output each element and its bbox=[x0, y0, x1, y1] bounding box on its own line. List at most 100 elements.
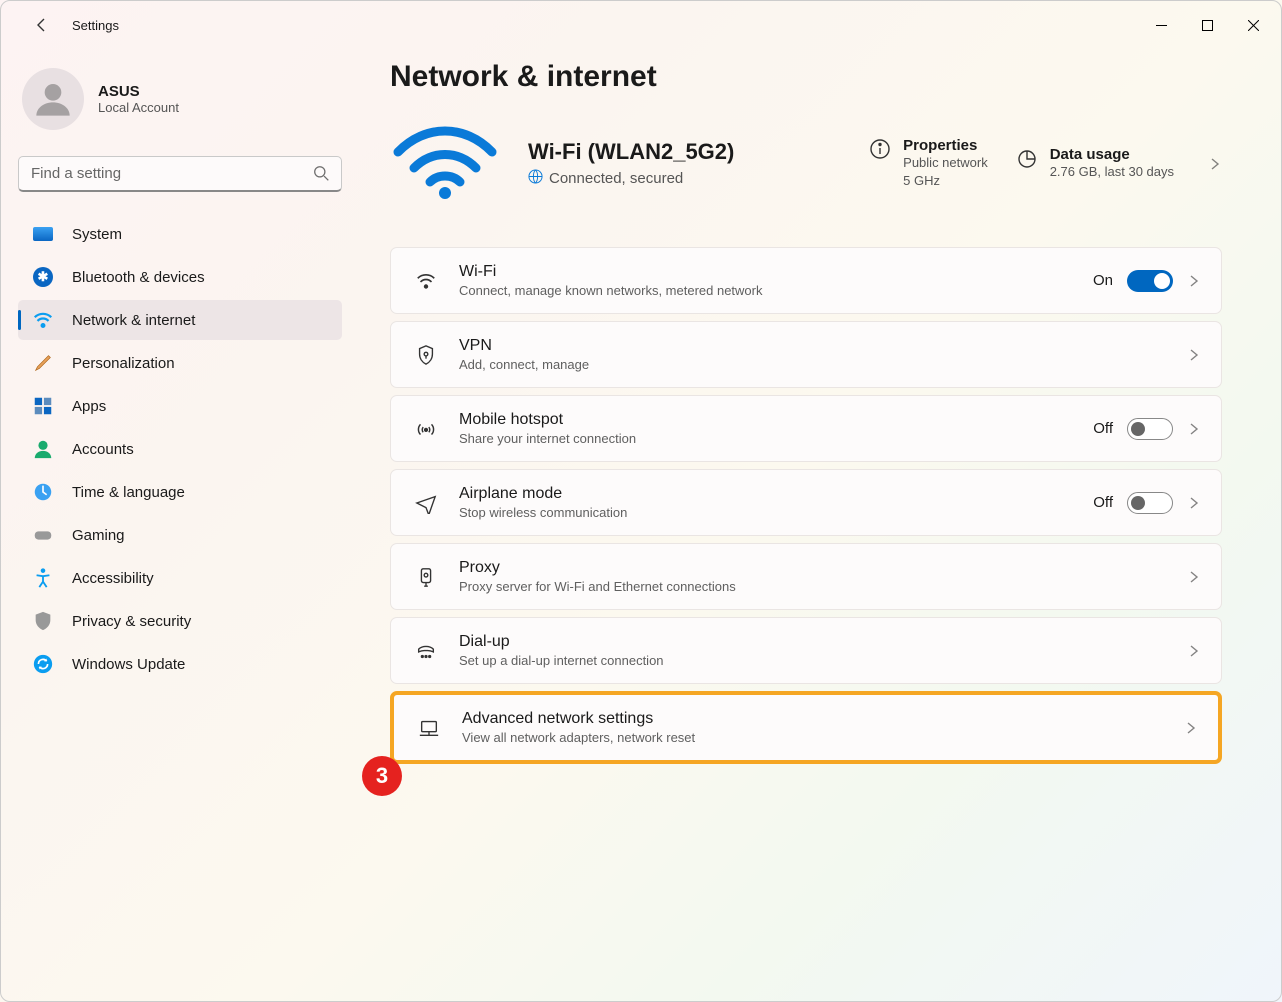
wifi-icon bbox=[413, 270, 439, 292]
connection-ssid: Wi-Fi (WLAN2_5G2) bbox=[528, 139, 734, 165]
annotation-badge-3: 3 bbox=[362, 756, 402, 796]
paintbrush-icon bbox=[32, 352, 54, 374]
card-proxy[interactable]: Proxy Proxy server for Wi-Fi and Etherne… bbox=[390, 543, 1222, 610]
card-sub: Share your internet connection bbox=[459, 431, 1093, 446]
card-wifi[interactable]: Wi-Fi Connect, manage known networks, me… bbox=[390, 247, 1222, 314]
chevron-right-icon bbox=[1208, 157, 1222, 171]
card-vpn[interactable]: VPN Add, connect, manage bbox=[390, 321, 1222, 388]
chevron-right-icon bbox=[1187, 496, 1201, 510]
network-adapter-icon bbox=[416, 717, 442, 739]
toggle-label: Off bbox=[1093, 420, 1113, 437]
sidebar-item-label: Accessibility bbox=[72, 570, 154, 587]
card-title: Mobile hotspot bbox=[459, 411, 1093, 429]
window-title: Settings bbox=[72, 18, 119, 33]
search-icon bbox=[313, 165, 330, 182]
card-title: Dial-up bbox=[459, 633, 1187, 651]
card-sub: Set up a dial-up internet connection bbox=[459, 653, 1187, 668]
sidebar-item-label: System bbox=[72, 226, 122, 243]
bluetooth-icon: ✱ bbox=[32, 266, 54, 288]
sidebar-item-bluetooth[interactable]: ✱ Bluetooth & devices bbox=[18, 257, 342, 297]
chevron-right-icon bbox=[1187, 274, 1201, 288]
properties-sub2: 5 GHz bbox=[903, 172, 988, 190]
sidebar-item-accounts[interactable]: Accounts bbox=[18, 429, 342, 469]
chevron-right-icon bbox=[1187, 348, 1201, 362]
sidebar-item-label: Privacy & security bbox=[72, 613, 191, 630]
shield-icon bbox=[32, 610, 54, 632]
sidebar-item-label: Bluetooth & devices bbox=[72, 269, 205, 286]
proxy-icon bbox=[413, 566, 439, 588]
card-title: Proxy bbox=[459, 559, 1187, 577]
sidebar-item-network[interactable]: Network & internet bbox=[18, 300, 342, 340]
profile-sub: Local Account bbox=[98, 100, 179, 115]
minimize-button[interactable] bbox=[1138, 7, 1184, 43]
card-advanced-network[interactable]: Advanced network settings View all netwo… bbox=[390, 691, 1222, 764]
sidebar-item-label: Apps bbox=[72, 398, 106, 415]
card-airplane[interactable]: Airplane mode Stop wireless communicatio… bbox=[390, 469, 1222, 536]
card-sub: View all network adapters, network reset bbox=[462, 730, 1184, 745]
profile-block[interactable]: ASUS Local Account bbox=[0, 68, 360, 130]
sidebar-item-personalization[interactable]: Personalization bbox=[18, 343, 342, 383]
sidebar-item-accessibility[interactable]: Accessibility bbox=[18, 558, 342, 598]
clock-globe-icon bbox=[32, 481, 54, 503]
hotspot-icon bbox=[413, 418, 439, 440]
toggle-label: Off bbox=[1093, 494, 1113, 511]
gamepad-icon bbox=[32, 524, 54, 546]
data-usage-sub: 2.76 GB, last 30 days bbox=[1050, 163, 1174, 181]
update-icon bbox=[32, 653, 54, 675]
sidebar-item-label: Network & internet bbox=[72, 312, 195, 329]
search-input[interactable] bbox=[18, 156, 342, 192]
airplane-icon bbox=[413, 492, 439, 514]
sidebar-item-apps[interactable]: Apps bbox=[18, 386, 342, 426]
shield-lock-icon bbox=[413, 344, 439, 366]
sidebar-item-label: Time & language bbox=[72, 484, 185, 501]
chevron-right-icon bbox=[1184, 721, 1198, 735]
card-dialup[interactable]: Dial-up Set up a dial-up internet connec… bbox=[390, 617, 1222, 684]
data-usage-label: Data usage bbox=[1050, 146, 1174, 163]
properties-label: Properties bbox=[903, 137, 988, 154]
profile-name: ASUS bbox=[98, 83, 179, 100]
properties-sub1: Public network bbox=[903, 154, 988, 172]
sidebar-item-gaming[interactable]: Gaming bbox=[18, 515, 342, 555]
dialup-icon bbox=[413, 640, 439, 662]
info-icon bbox=[869, 138, 891, 160]
wifi-large-icon bbox=[390, 122, 500, 205]
avatar-icon bbox=[22, 68, 84, 130]
back-button[interactable] bbox=[24, 7, 60, 43]
sidebar-item-time-language[interactable]: Time & language bbox=[18, 472, 342, 512]
sidebar-item-label: Windows Update bbox=[72, 656, 185, 673]
hotspot-toggle[interactable] bbox=[1127, 418, 1173, 440]
chevron-right-icon bbox=[1187, 570, 1201, 584]
sidebar-item-system[interactable]: System bbox=[18, 214, 342, 254]
sidebar-item-label: Accounts bbox=[72, 441, 134, 458]
airplane-toggle[interactable] bbox=[1127, 492, 1173, 514]
sidebar-item-windows-update[interactable]: Windows Update bbox=[18, 644, 342, 684]
card-sub: Connect, manage known networks, metered … bbox=[459, 283, 1093, 298]
page-title: Network & internet bbox=[390, 60, 1222, 94]
card-title: Wi-Fi bbox=[459, 263, 1093, 281]
globe-icon bbox=[528, 169, 543, 188]
system-icon bbox=[32, 223, 54, 245]
pie-chart-icon bbox=[1016, 147, 1038, 169]
card-title: VPN bbox=[459, 337, 1187, 355]
accessibility-icon bbox=[32, 567, 54, 589]
wifi-toggle[interactable] bbox=[1127, 270, 1173, 292]
card-title: Advanced network settings bbox=[462, 710, 1184, 728]
connection-status: Connected, secured bbox=[549, 170, 683, 187]
card-sub: Proxy server for Wi-Fi and Ethernet conn… bbox=[459, 579, 1187, 594]
properties-link[interactable]: Properties Public network 5 GHz bbox=[869, 137, 988, 190]
maximize-button[interactable] bbox=[1184, 7, 1230, 43]
sidebar-item-label: Personalization bbox=[72, 355, 175, 372]
person-icon bbox=[32, 438, 54, 460]
toggle-label: On bbox=[1093, 272, 1113, 289]
wifi-icon bbox=[32, 309, 54, 331]
close-button[interactable] bbox=[1230, 7, 1276, 43]
card-sub: Add, connect, manage bbox=[459, 357, 1187, 372]
card-title: Airplane mode bbox=[459, 485, 1093, 503]
sidebar-item-label: Gaming bbox=[72, 527, 125, 544]
data-usage-link[interactable]: Data usage 2.76 GB, last 30 days bbox=[1016, 146, 1174, 181]
card-hotspot[interactable]: Mobile hotspot Share your internet conne… bbox=[390, 395, 1222, 462]
sidebar-item-privacy[interactable]: Privacy & security bbox=[18, 601, 342, 641]
chevron-right-icon bbox=[1187, 422, 1201, 436]
apps-icon bbox=[32, 395, 54, 417]
card-sub: Stop wireless communication bbox=[459, 505, 1093, 520]
